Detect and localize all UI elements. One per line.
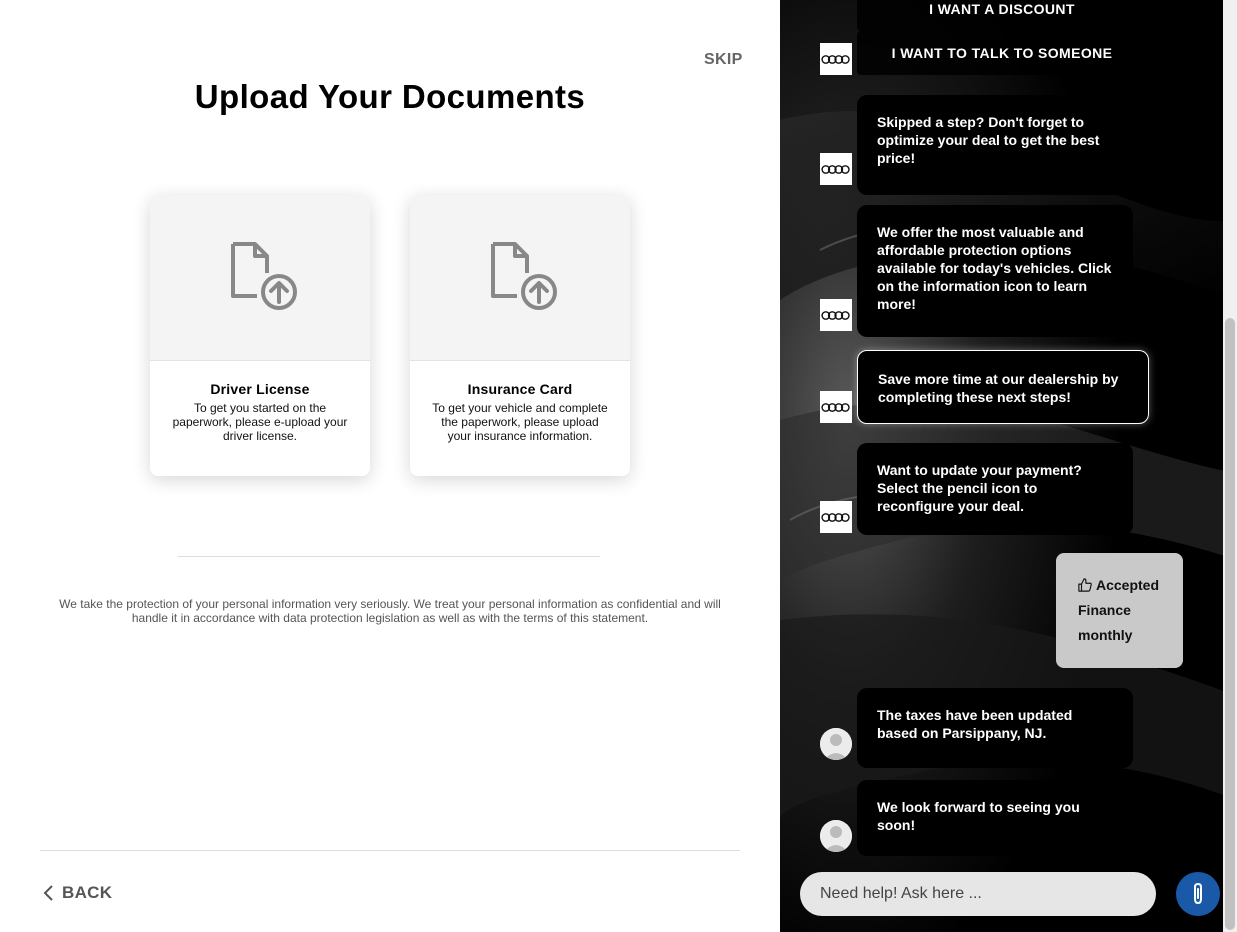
card-title: Driver License — [210, 381, 310, 397]
card-description: To get you started on the paperwork, ple… — [172, 401, 348, 443]
paperclip-icon — [1194, 882, 1202, 905]
user-avatar — [820, 728, 852, 760]
message-text: Want to update your payment? Select the … — [877, 462, 1082, 514]
user-reply-bubble: Accepted Finance monthly — [1056, 553, 1183, 668]
back-button[interactable]: BACK — [42, 883, 112, 903]
user-avatar — [820, 820, 852, 852]
brand-avatar — [820, 299, 852, 331]
message-text: We look forward to seeing you soon! — [877, 799, 1080, 833]
chat-scrollbar[interactable] — [1223, 0, 1237, 932]
driver-license-upload-card[interactable]: Driver License To get you started on the… — [150, 195, 370, 476]
file-upload-icon — [491, 242, 557, 310]
chat-input-container — [800, 872, 1156, 916]
file-upload-icon — [231, 242, 297, 310]
user-avatar-icon — [820, 728, 852, 760]
page-title: Upload Your Documents — [194, 78, 586, 115]
brand-avatar — [820, 43, 852, 75]
thumbs-up-icon — [1078, 578, 1092, 592]
insurance-card-upload-card[interactable]: Insurance Card To get your vehicle and c… — [410, 195, 630, 476]
card-description: To get your vehicle and complete the pap… — [432, 401, 608, 443]
attach-button[interactable] — [1176, 872, 1220, 916]
message-text: The taxes have been updated based on Par… — [877, 707, 1073, 741]
brand-avatar — [820, 153, 852, 185]
four-rings-logo-icon — [821, 164, 850, 174]
chat-input[interactable] — [800, 872, 1156, 916]
upload-documents-panel: SKIP Upload Your Documents Driver Licens… — [0, 0, 780, 932]
back-label: BACK — [62, 883, 113, 902]
message-text: Save more time at our dealership by comp… — [878, 371, 1119, 405]
message-text: We offer the most valuable and affordabl… — [877, 224, 1112, 312]
chat-message: Want to update your payment? Select the … — [857, 443, 1133, 535]
reply-line-monthly: monthly — [1078, 627, 1133, 643]
chat-message: We offer the most valuable and affordabl… — [857, 205, 1133, 337]
divider — [178, 556, 600, 557]
reply-line-finance: Finance — [1078, 602, 1131, 618]
discount-option-button[interactable]: I WANT A DISCOUNT — [857, 0, 1147, 31]
chat-message: The taxes have been updated based on Par… — [857, 688, 1133, 768]
card-title: Insurance Card — [467, 381, 573, 397]
chevron-left-icon — [43, 885, 53, 901]
four-rings-logo-icon — [821, 402, 850, 412]
four-rings-logo-icon — [821, 310, 850, 320]
brand-avatar — [820, 391, 852, 423]
scrollbar-thumb[interactable] — [1225, 318, 1235, 930]
four-rings-logo-icon — [821, 54, 850, 64]
chat-message: We look forward to seeing you soon! — [857, 780, 1133, 856]
chat-message: Skipped a step? Don't forget to optimize… — [857, 95, 1133, 195]
chat-message-highlighted: Save more time at our dealership by comp… — [857, 350, 1149, 424]
privacy-statement: We take the protection of your personal … — [59, 597, 721, 625]
user-avatar-icon — [820, 820, 852, 852]
talk-to-someone-option-button[interactable]: I WANT TO TALK TO SOMEONE — [857, 31, 1147, 75]
four-rings-logo-icon — [821, 512, 850, 522]
card-upload-area[interactable] — [410, 195, 630, 361]
skip-button[interactable]: SKIP — [704, 51, 743, 69]
chat-panel: I WANT A DISCOUNT I WANT TO TALK TO SOME… — [780, 0, 1237, 932]
message-text: Skipped a step? Don't forget to optimize… — [877, 114, 1100, 166]
brand-avatar — [820, 501, 852, 533]
footer-divider — [40, 850, 740, 851]
reply-line-accepted: Accepted — [1078, 573, 1183, 598]
app-root: SKIP Upload Your Documents Driver Licens… — [0, 0, 1237, 932]
card-upload-area[interactable] — [150, 195, 370, 361]
